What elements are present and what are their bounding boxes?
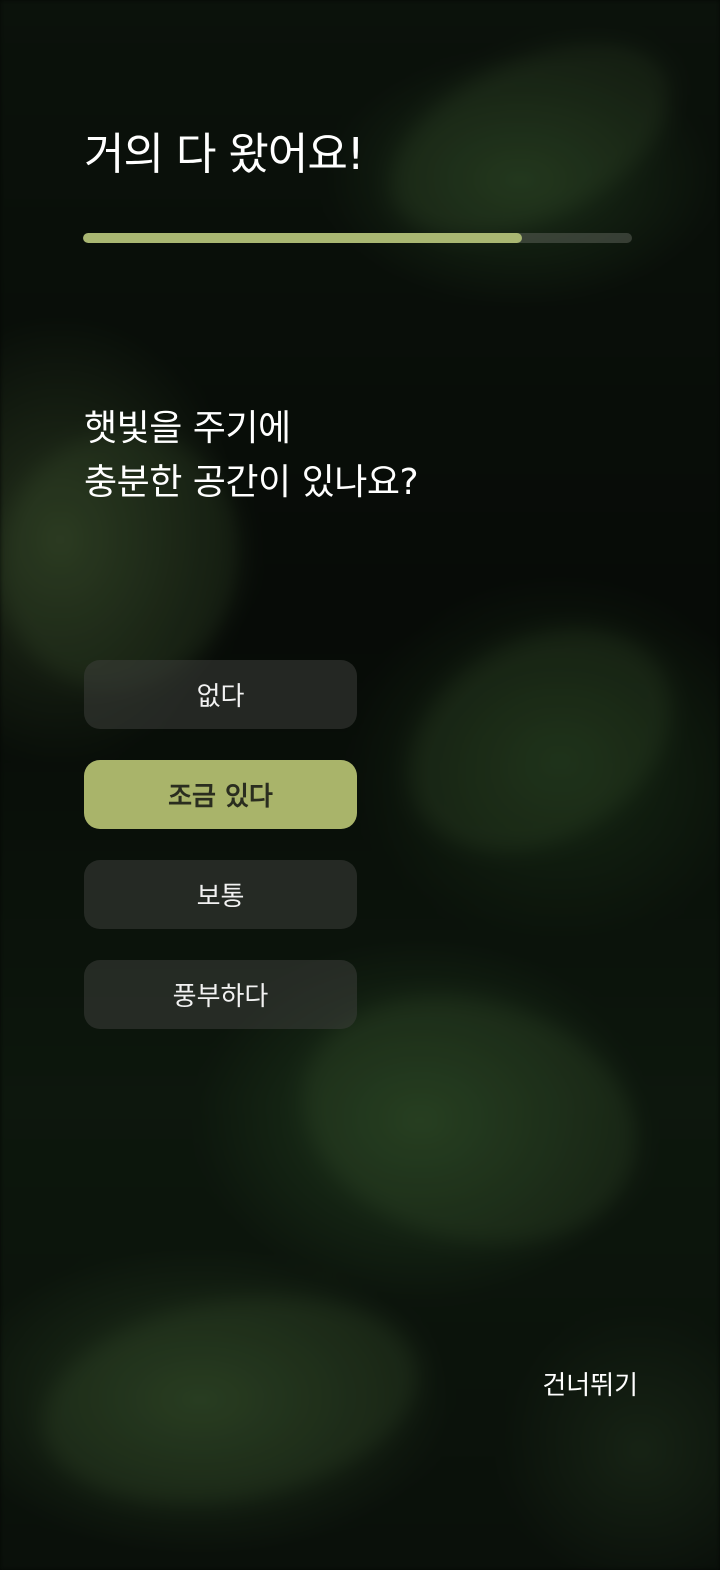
onboarding-screen: 거의 다 왔어요! 햇빛을 주기에 충분한 공간이 있나요? 없다 조금 있다 … bbox=[0, 0, 720, 1570]
option-none-button[interactable]: 없다 bbox=[84, 660, 357, 729]
question-text: 햇빛을 주기에 충분한 공간이 있나요? bbox=[84, 402, 419, 510]
question-line-1: 햇빛을 주기에 bbox=[84, 408, 291, 449]
page-title: 거의 다 왔어요! bbox=[84, 129, 364, 180]
option-normal-button[interactable]: 보통 bbox=[84, 860, 357, 929]
progress-bar bbox=[83, 233, 632, 243]
question-line-2: 충분한 공간이 있나요? bbox=[84, 462, 419, 503]
answer-options: 없다 조금 있다 보통 풍부하다 bbox=[84, 660, 357, 1060]
progress-bar-fill bbox=[83, 233, 523, 243]
option-some-button[interactable]: 조금 있다 bbox=[84, 760, 357, 829]
option-plenty-button[interactable]: 풍부하다 bbox=[84, 960, 357, 1029]
skip-button[interactable]: 건너뛰기 bbox=[542, 1365, 638, 1402]
